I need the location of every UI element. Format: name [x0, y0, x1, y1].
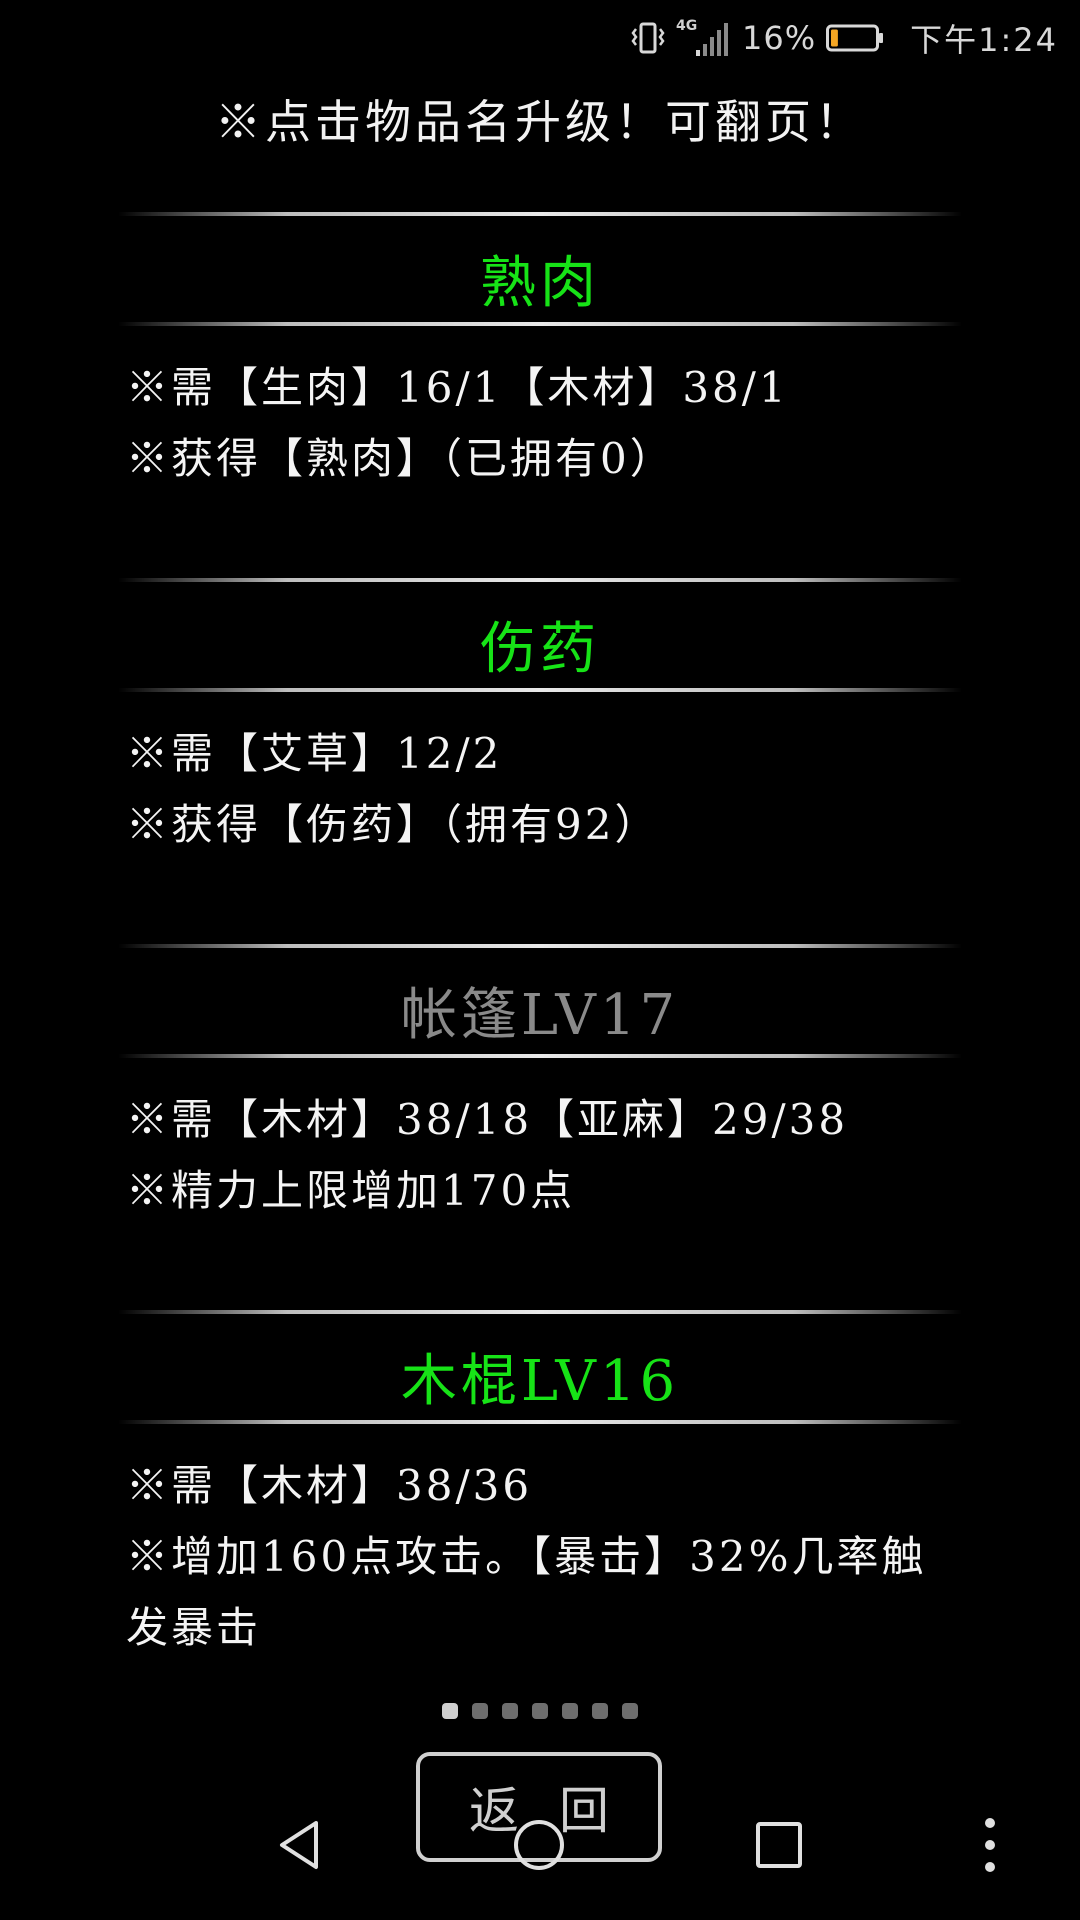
item-effect: ※精力上限增加170点 [126, 1166, 576, 1215]
nav-back-icon [280, 1821, 318, 1869]
signal-icon [696, 23, 728, 56]
nav-menu-button[interactable] [960, 1800, 1020, 1890]
item-title-upgrade[interactable]: 熟肉 [118, 238, 962, 319]
item-requirement: ※需【木材】38/36 [126, 1461, 533, 1510]
nav-home-icon [514, 1820, 564, 1870]
status-bar: 4G 16% 下午1:24 [0, 0, 1080, 76]
item-title-upgrade[interactable]: 木棍LV16 [118, 1336, 962, 1417]
page-dot[interactable] [592, 1703, 608, 1719]
divider [118, 212, 962, 216]
divider [118, 1310, 962, 1314]
item-description: ※需【木材】38/36 ※增加160点攻击。【暴击】32%几率触发暴击 [126, 1450, 956, 1663]
item-medicine: 伤药 ※需【艾草】12/2 ※获得【伤药】（拥有92） [118, 576, 962, 942]
page-dot[interactable] [502, 1703, 518, 1719]
page-dot[interactable] [532, 1703, 548, 1719]
page-dot[interactable] [562, 1703, 578, 1719]
clock: 下午1:24 [910, 21, 1058, 59]
item-effect: ※获得【伤药】（拥有92） [126, 800, 660, 849]
nav-menu-icon [985, 1818, 995, 1872]
nav-home-button[interactable] [494, 1800, 584, 1890]
divider [118, 1054, 962, 1058]
item-list: 熟肉 ※需【生肉】16/1【木材】38/1 ※获得【熟肉】（已拥有0） 伤药 ※… [118, 210, 962, 1674]
item-description: ※需【艾草】12/2 ※获得【伤药】（拥有92） [126, 718, 956, 860]
page-indicator[interactable] [0, 1703, 1080, 1719]
item-header: 熟肉 [118, 210, 962, 326]
item-tent: 帐篷LV17 ※需【木材】38/18【亚麻】29/38 ※精力上限增加170点 [118, 942, 962, 1308]
item-description: ※需【生肉】16/1【木材】38/1 ※获得【熟肉】（已拥有0） [126, 352, 956, 494]
divider [118, 1420, 962, 1424]
page-dot[interactable] [622, 1703, 638, 1719]
page-dot[interactable] [442, 1703, 458, 1719]
item-cooked-meat: 熟肉 ※需【生肉】16/1【木材】38/1 ※获得【熟肉】（已拥有0） [118, 210, 962, 576]
item-requirement: ※需【生肉】16/1【木材】38/1 [126, 363, 789, 412]
item-effect: ※获得【熟肉】（已拥有0） [126, 434, 675, 483]
item-wooden-stick: 木棍LV16 ※需【木材】38/36 ※增加160点攻击。【暴击】32%几率触发… [118, 1308, 962, 1674]
battery-percent: 16% [742, 19, 817, 57]
navigation-bar [0, 1772, 1080, 1920]
nav-recent-button[interactable] [734, 1800, 824, 1890]
item-title-upgrade[interactable]: 伤药 [118, 604, 962, 685]
status-icons: 4G 16% 下午1:24 [630, 14, 1058, 62]
battery-icon [826, 23, 886, 53]
item-header: 帐篷LV17 [118, 942, 962, 1058]
item-description: ※需【木材】38/18【亚麻】29/38 ※精力上限增加170点 [126, 1084, 956, 1226]
vibrate-icon [630, 21, 666, 55]
item-title-upgrade[interactable]: 帐篷LV17 [118, 970, 962, 1051]
item-requirement: ※需【木材】38/18【亚麻】29/38 [126, 1095, 849, 1144]
hint-text: ※点击物品名升级！可翻页！ [215, 95, 865, 149]
page-dot[interactable] [472, 1703, 488, 1719]
item-requirement: ※需【艾草】12/2 [126, 729, 503, 778]
nav-recent-icon [756, 1822, 802, 1868]
divider [118, 688, 962, 692]
divider [118, 944, 962, 948]
item-header: 伤药 [118, 576, 962, 692]
divider [118, 322, 962, 326]
divider [118, 578, 962, 582]
network-type-indicator: 4G [676, 18, 732, 58]
nav-back-button[interactable] [254, 1800, 344, 1890]
item-header: 木棍LV16 [118, 1308, 962, 1424]
item-effect: ※增加160点攻击。【暴击】32%几率触发暴击 [126, 1532, 927, 1652]
